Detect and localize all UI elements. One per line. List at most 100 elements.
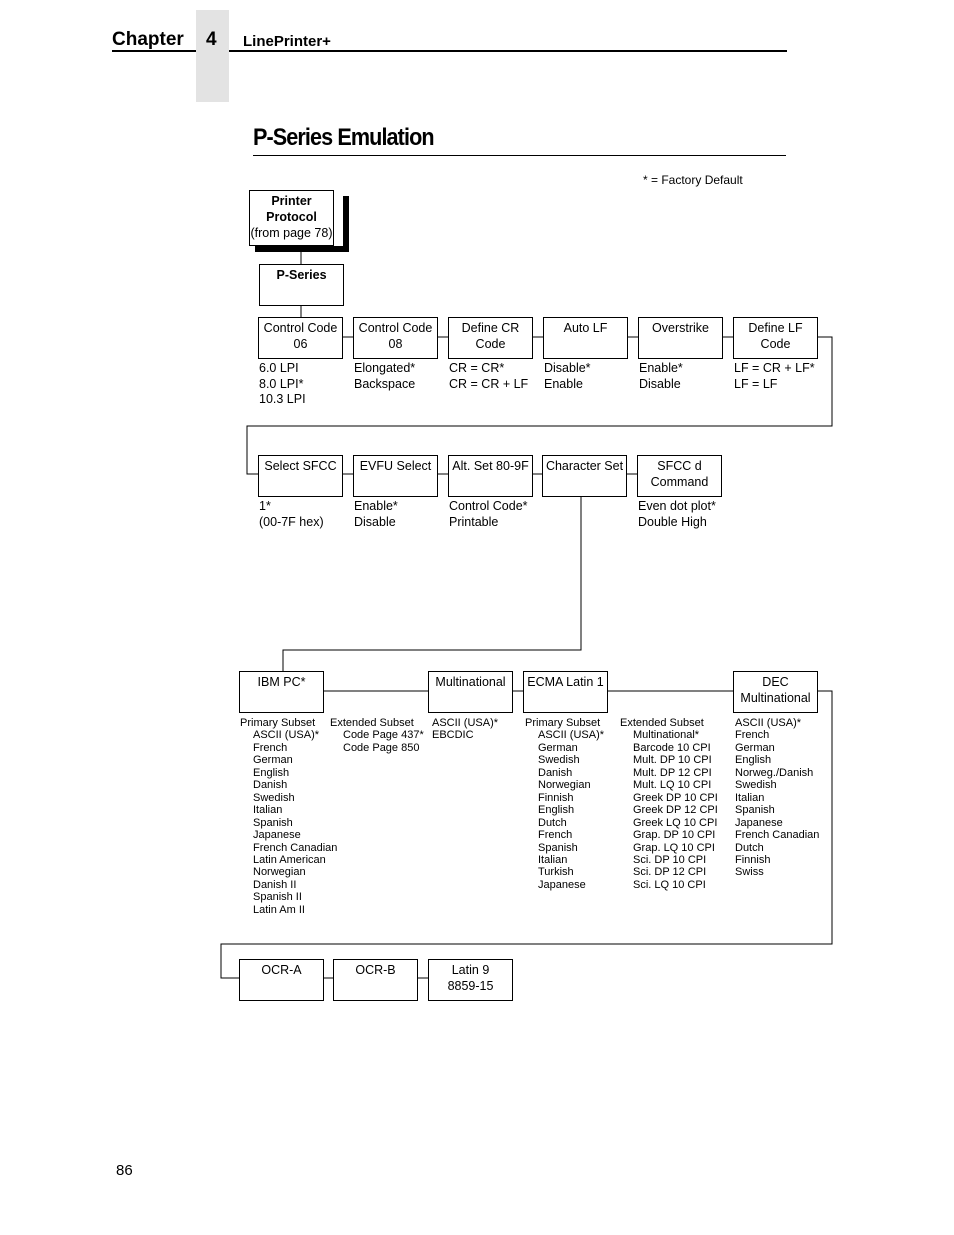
option-item: Disable*	[544, 361, 591, 375]
character-set-box[interactable]: Latin 9 8859-15	[428, 959, 513, 1001]
manual-page: Chapter 4 LinePrinter+ P-Series Emulatio…	[0, 0, 954, 1235]
option-item: Danish	[253, 779, 288, 792]
character-set-box[interactable]: OCR-B	[333, 959, 418, 1001]
option-item: ASCII (USA)*	[538, 729, 605, 742]
option-list: 1* (00-7F hex)	[259, 499, 324, 530]
option-item: Mult. LQ 10 CPI	[633, 779, 712, 792]
box-label: 08	[388, 337, 403, 351]
box-label: EVFU Select	[359, 459, 432, 473]
option-item: Finnish	[538, 791, 574, 804]
option-item: Spanish	[538, 841, 578, 854]
character-set-box[interactable]: ECMA Latin 1	[523, 671, 608, 713]
character-set-box[interactable]: DEC Multinational	[733, 671, 818, 713]
option-item: EBCDIC	[432, 729, 474, 742]
option-item: (00-7F hex)	[259, 514, 324, 529]
option-item: Greek LQ 10 CPI	[633, 816, 718, 829]
option-item: Italian	[253, 804, 283, 817]
option-item: Danish	[538, 766, 573, 779]
option-list: CR = CR* CR = CR + LF	[449, 361, 528, 392]
subset-list: Extended Subset Code Page 437* Code Page 8…	[330, 717, 424, 754]
subset-heading: Primary Subset	[240, 717, 316, 729]
box-label: (from page 78)	[250, 226, 333, 240]
menu-box[interactable]: Character Set	[542, 455, 627, 497]
option-item: Japanese	[253, 829, 301, 842]
menu-box[interactable]: Define LF Code	[733, 317, 818, 359]
option-item: Enable	[544, 376, 583, 391]
box-label: Command	[650, 475, 709, 489]
option-item: 6.0 LPI	[259, 361, 299, 375]
option-item: Double High	[638, 514, 707, 529]
option-item: ASCII (USA)*	[253, 729, 320, 742]
subset-list: Primary Subset ASCII (USA)* French German En…	[240, 717, 337, 916]
option-item: French	[735, 729, 770, 742]
option-item: Norweg./Danish	[735, 766, 814, 779]
box-label: Printer	[271, 194, 312, 208]
option-item: Spanish	[253, 816, 293, 829]
option-item: Greek DP 12 CPI	[633, 804, 718, 817]
character-set-box[interactable]: Multinational	[428, 671, 513, 713]
page-number: 86	[116, 1162, 133, 1179]
box-label: 06	[293, 337, 308, 351]
option-item: Turkish	[538, 866, 574, 879]
subset-heading: Extended Subset	[620, 717, 704, 729]
printer-protocol-box[interactable]: Printer Protocol (from page 78)	[249, 190, 334, 246]
box-label: Define LF	[748, 321, 803, 335]
character-set-box[interactable]: IBM PC*	[239, 671, 324, 713]
option-item: French	[253, 741, 288, 754]
subset-list: Primary Subset ASCII (USA)* German Swedish D…	[525, 717, 604, 891]
option-item: French	[538, 829, 573, 842]
option-item: Japanese	[735, 816, 783, 829]
menu-box[interactable]: Select SFCC	[258, 455, 343, 497]
option-item: Spanish II	[253, 891, 302, 904]
option-item: 8.0 LPI*	[259, 376, 304, 391]
option-item: Even dot plot*	[638, 499, 716, 513]
option-item: 10.3 LPI	[259, 392, 306, 406]
box-label: Overstrike	[652, 321, 709, 335]
option-item: Code Page 437*	[343, 729, 424, 742]
option-item: ASCII (USA)*	[735, 717, 802, 729]
menu-box[interactable]: SFCC d Command	[637, 455, 722, 497]
option-item: LF = CR + LF*	[734, 361, 815, 375]
option-item: Backspace	[354, 376, 416, 391]
menu-box[interactable]: Overstrike	[638, 317, 723, 359]
menu-box[interactable]: Auto LF	[543, 317, 628, 359]
box-label: SFCC d	[657, 459, 702, 473]
option-item: French Canadian	[735, 829, 820, 842]
option-item: Barcode 10 CPI	[633, 741, 711, 754]
option-item: Enable*	[354, 499, 398, 513]
p-series-box[interactable]: P-Series	[259, 264, 344, 306]
character-set-box[interactable]: OCR-A	[239, 959, 324, 1001]
option-item: French Canadian	[253, 841, 338, 854]
subset-heading: Extended Subset	[330, 717, 414, 729]
menu-box[interactable]: Define CR Code	[448, 317, 533, 359]
option-item: German	[253, 754, 293, 767]
menu-box[interactable]: Control Code 08	[353, 317, 438, 359]
box-label: Control Code	[263, 321, 338, 335]
option-item: Enable*	[639, 361, 683, 375]
option-item: Sci. DP 10 CPI	[633, 853, 707, 866]
option-item: Norwegian	[538, 779, 591, 792]
connector-lines	[220, 196, 833, 979]
box-label: Alt. Set 80-9F	[452, 459, 529, 473]
menu-box[interactable]: EVFU Select	[353, 455, 438, 497]
option-item: Mult. DP 12 CPI	[633, 766, 712, 779]
box-label: 8859-15	[447, 979, 494, 993]
option-item: Elongated*	[354, 361, 416, 375]
box-label: Multinational	[435, 675, 506, 689]
menu-box[interactable]: Control Code 06	[258, 317, 343, 359]
menu-box[interactable]: Alt. Set 80-9F	[448, 455, 533, 497]
option-item: LF = LF	[734, 376, 778, 391]
option-item: Dutch	[735, 841, 764, 854]
option-item: Grap. DP 10 CPI	[633, 829, 716, 842]
box-label: OCR-B	[355, 963, 396, 977]
option-list: ASCII (USA)* French German English Norweg./D…	[735, 717, 819, 879]
option-item: Norwegian	[253, 866, 306, 879]
option-item: CR = CR + LF	[449, 376, 529, 391]
box-label: IBM PC*	[257, 675, 306, 689]
box-label: DEC	[762, 675, 789, 689]
option-item: Danish II	[253, 878, 297, 891]
option-item: Swedish	[253, 791, 295, 804]
option-item: Latin Am II	[253, 903, 305, 916]
option-item: Swiss	[735, 866, 764, 879]
box-label: Multinational	[740, 691, 811, 705]
